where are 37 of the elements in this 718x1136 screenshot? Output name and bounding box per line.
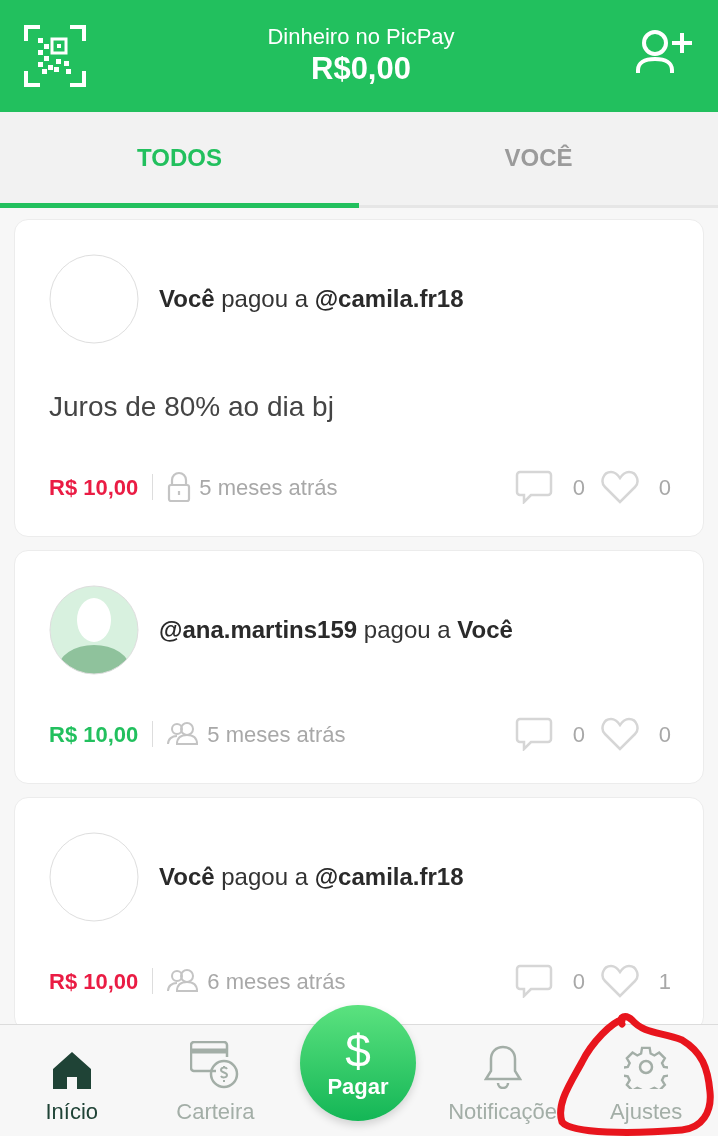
wallet-icon [190,1041,241,1089]
pay-button[interactable]: $ Pagar [300,1005,416,1121]
settings-icon [624,1045,669,1089]
payment-amount: R$ 10,00 [49,967,139,996]
payment-time: 6 meses atrás [207,967,346,996]
like-count: 1 [657,967,671,996]
heart-icon[interactable] [601,717,639,751]
home-icon [51,1051,92,1089]
nav-tab[interactable]: Ajustes [574,1025,718,1136]
balance-amount: R$0,00 [310,49,412,87]
bell-icon [483,1045,522,1089]
payment-amount: R$ 10,00 [49,720,139,749]
add-user-icon[interactable] [636,29,694,75]
qr-code-icon[interactable] [24,25,86,87]
nav-tab[interactable]: Início [0,1025,144,1136]
payment-time: 5 meses atrás [207,720,346,749]
comment-icon[interactable] [515,964,553,998]
comment-icon[interactable] [515,470,553,504]
comment-count: 0 [571,967,585,996]
payment-amount: R$ 10,00 [49,473,139,502]
feed-tab[interactable]: VOCÊ [359,112,718,208]
payment-description: Você pagou a @camila.fr18 [159,862,464,892]
comment-count: 0 [571,720,585,749]
like-count: 0 [657,720,671,749]
payment-time: 5 meses atrás [199,473,338,502]
feed-tab[interactable]: TODOS [0,112,359,208]
payment-message: Juros de 80% ao dia bj [49,390,335,424]
heart-icon[interactable] [601,964,639,998]
comment-count: 0 [571,473,585,502]
payment-description: Você pagou a @camila.fr18 [159,284,464,314]
comment-icon[interactable] [515,717,553,751]
nav-tab[interactable]: Carteira [143,1025,288,1136]
nav-tab[interactable]: Notificaçõe [430,1025,575,1136]
payment-description: @ana.martins159 pagou a Você [159,615,513,645]
like-count: 0 [657,473,671,502]
heart-icon[interactable] [601,470,639,504]
balance-label: Dinheiro no PicPay [267,25,455,50]
